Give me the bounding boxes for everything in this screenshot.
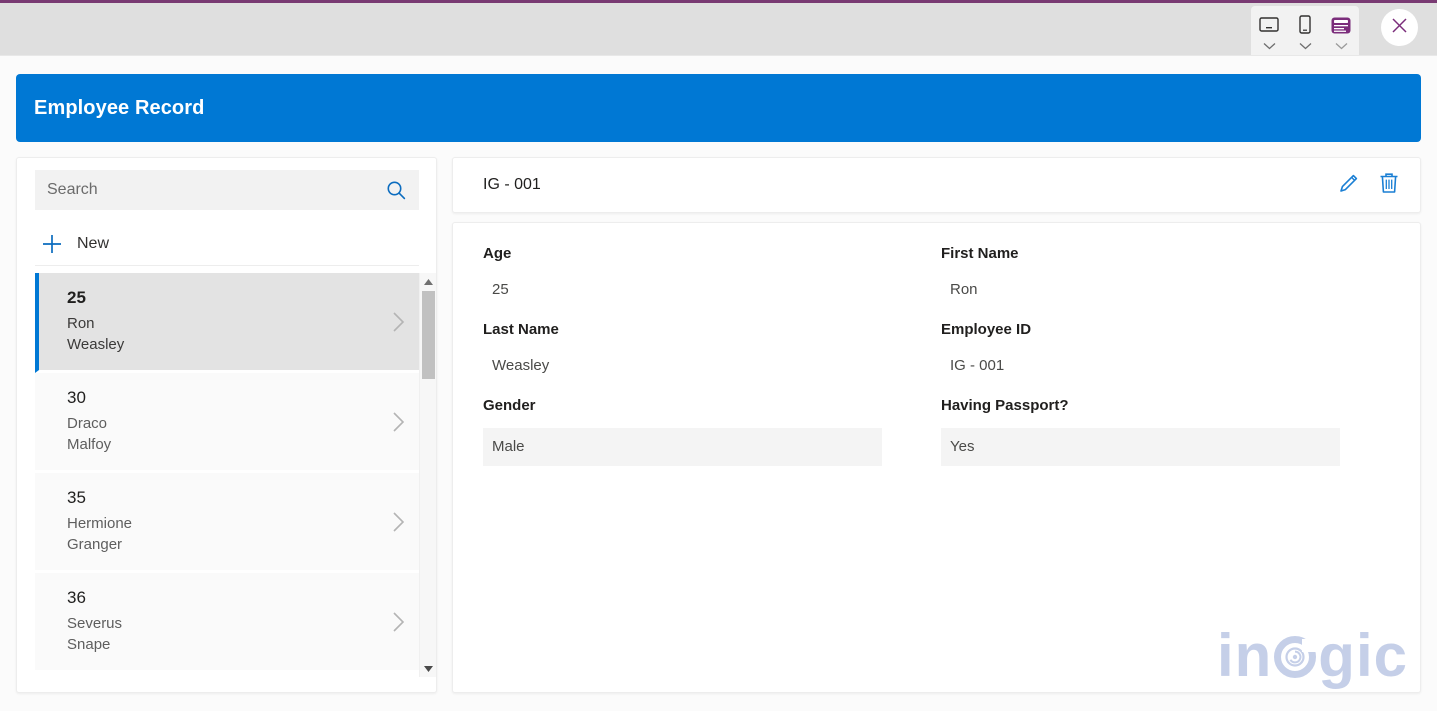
list-item-first-name: Severus <box>67 613 379 634</box>
record-detail-header: IG - 001 <box>452 157 1421 213</box>
list-item-first-name: Draco <box>67 413 379 434</box>
field-having-passport: Having Passport? Yes <box>941 397 1391 466</box>
new-record-button[interactable]: New <box>35 222 419 266</box>
plus-icon <box>35 233 69 255</box>
records-list: 25 Ron Weasley 30 Draco Malfoy <box>35 273 419 677</box>
list-item-last-name: Granger <box>67 534 379 555</box>
watermark-logo-icon <box>1272 633 1318 679</box>
list-item-text: 25 Ron Weasley <box>39 288 379 355</box>
tablet-preview-button[interactable] <box>1290 14 1320 55</box>
close-button[interactable] <box>1381 9 1418 46</box>
watermark-text-right: gic <box>1318 626 1408 686</box>
chevron-right-icon[interactable] <box>379 511 419 533</box>
field-label: Last Name <box>483 321 941 338</box>
page-title: Employee Record <box>34 97 204 120</box>
search-icon[interactable] <box>385 179 407 201</box>
list-item-last-name: Malfoy <box>67 434 379 455</box>
list-item-age: 36 <box>67 588 379 608</box>
scrollbar-up-arrow-icon[interactable] <box>420 273 437 290</box>
trash-icon <box>1377 171 1401 200</box>
field-age: Age 25 <box>483 245 941 303</box>
list-item-age: 25 <box>67 288 379 308</box>
form-card-chevron-down-icon[interactable] <box>1335 37 1348 55</box>
new-record-label: New <box>77 235 109 253</box>
page-body: Employee Record <box>0 55 1437 711</box>
delete-record-button[interactable] <box>1372 168 1406 202</box>
list-item-first-name: Hermione <box>67 513 379 534</box>
field-label: Age <box>483 245 941 262</box>
list-item[interactable]: 36 Severus Snape <box>35 573 419 673</box>
field-value[interactable]: Male <box>483 428 882 466</box>
pencil-icon <box>1337 171 1361 200</box>
field-label: Gender <box>483 397 941 414</box>
list-item[interactable]: 30 Draco Malfoy <box>35 373 419 473</box>
field-employee-id: Employee ID IG - 001 <box>941 321 1391 379</box>
list-item-text: 30 Draco Malfoy <box>35 388 379 455</box>
scrollbar-thumb[interactable] <box>422 291 435 379</box>
field-value[interactable]: IG - 001 <box>941 352 1391 379</box>
record-form: Age 25 First Name Ron Last Name Weasley … <box>483 245 1391 484</box>
field-label: Employee ID <box>941 321 1391 338</box>
record-detail-card: Age 25 First Name Ron Last Name Weasley … <box>452 222 1421 693</box>
tablet-icon <box>1298 14 1312 36</box>
records-list-scrollbar[interactable] <box>419 273 436 677</box>
list-item-last-name: Weasley <box>67 334 379 355</box>
list-item-text: 35 Hermione Granger <box>35 488 379 555</box>
field-first-name: First Name Ron <box>941 245 1391 303</box>
desktop-icon <box>1259 14 1279 36</box>
desktop-chevron-down-icon[interactable] <box>1263 37 1276 55</box>
field-value[interactable]: 25 <box>483 276 941 303</box>
device-preview-group <box>1251 6 1359 56</box>
app-window: Employee Record <box>0 0 1437 711</box>
field-gender: Gender Male <box>483 397 941 466</box>
tablet-chevron-down-icon[interactable] <box>1299 37 1312 55</box>
field-value[interactable]: Weasley <box>483 352 941 379</box>
close-icon <box>1391 17 1408 39</box>
list-item[interactable]: 25 Ron Weasley <box>35 273 419 373</box>
field-value[interactable]: Yes <box>941 428 1340 466</box>
list-item[interactable]: 35 Hermione Granger <box>35 473 419 573</box>
field-value[interactable]: Ron <box>941 276 1391 303</box>
chevron-right-icon[interactable] <box>379 611 419 633</box>
preview-toolbar <box>0 3 1437 55</box>
watermark-text-left: in <box>1217 626 1272 686</box>
list-item-text: 36 Severus Snape <box>35 588 379 655</box>
chevron-right-icon[interactable] <box>379 411 419 433</box>
form-card-icon <box>1331 14 1351 36</box>
field-label: Having Passport? <box>941 397 1391 414</box>
chevron-right-icon[interactable] <box>379 311 419 333</box>
list-item-age: 35 <box>67 488 379 508</box>
list-item-first-name: Ron <box>67 313 379 334</box>
desktop-preview-button[interactable] <box>1254 14 1284 55</box>
app-header-banner: Employee Record <box>16 74 1421 142</box>
scrollbar-down-arrow-icon[interactable] <box>420 660 437 677</box>
field-last-name: Last Name Weasley <box>483 321 941 379</box>
search-box[interactable] <box>35 170 419 210</box>
inogic-watermark: in gic <box>1217 626 1408 686</box>
field-label: First Name <box>941 245 1391 262</box>
edit-record-button[interactable] <box>1332 168 1366 202</box>
search-input[interactable] <box>47 181 385 199</box>
form-card-preview-button[interactable] <box>1326 14 1356 55</box>
record-detail-title: IG - 001 <box>483 176 1326 194</box>
list-item-age: 30 <box>67 388 379 408</box>
records-list-panel: New 25 Ron Weasley 30 <box>16 157 437 693</box>
list-item-last-name: Snape <box>67 634 379 655</box>
